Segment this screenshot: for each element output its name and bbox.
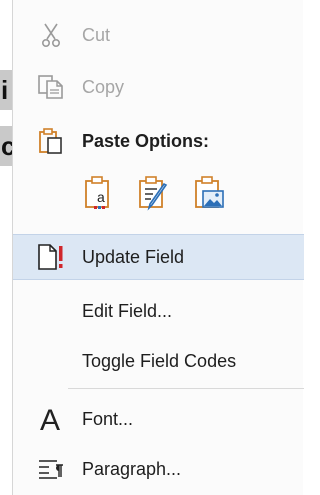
document-text-fragment: i (0, 70, 12, 110)
paste-keep-text-only-button[interactable]: a (82, 172, 116, 218)
menu-item-copy-label: Copy (82, 76, 125, 97)
document-char-bottom: c (1, 131, 12, 161)
menu-item-edit-field-label: Edit Field... (82, 300, 173, 321)
menu-item-toggle-field-codes[interactable]: Toggle Field Codes (13, 338, 304, 384)
svg-text:a: a (97, 189, 105, 205)
paste-options-label: Paste Options: (82, 130, 210, 151)
keep-text-only-icon: a (83, 175, 115, 216)
menu-item-cut[interactable]: Cut (13, 12, 304, 58)
menu-item-update-field-label: Update Field (82, 246, 185, 267)
menu-item-edit-field[interactable]: Edit Field... (13, 288, 304, 334)
scissors-icon (35, 19, 67, 51)
paragraph-icon (35, 453, 67, 485)
paste-picture-button[interactable] (193, 172, 227, 218)
document-char-top: i (1, 75, 9, 105)
paste-merge-formatting-button[interactable] (137, 172, 171, 218)
picture-icon (193, 175, 227, 216)
context-menu: Cut Copy Paste Options: a Update Field E… (12, 0, 304, 495)
font-icon: A (35, 403, 67, 435)
svg-text:A: A (40, 404, 60, 434)
menu-item-update-field[interactable]: Update Field (13, 234, 304, 280)
menu-item-font[interactable]: A Font... (13, 396, 304, 442)
copy-icon (35, 71, 67, 103)
merge-formatting-icon (137, 175, 171, 216)
menu-separator (68, 388, 304, 389)
document-text-fragment-2: c (0, 126, 12, 166)
clipboard-icon (35, 125, 67, 157)
menu-item-paragraph-label: Paragraph... (82, 458, 182, 479)
menu-item-cut-label: Cut (82, 24, 111, 45)
menu-item-copy[interactable]: Copy (13, 64, 304, 110)
menu-item-paste-options: Paste Options: (13, 118, 304, 164)
menu-item-paragraph[interactable]: Paragraph... (13, 446, 304, 492)
menu-item-toggle-field-codes-label: Toggle Field Codes (82, 350, 237, 371)
update-field-icon (35, 241, 67, 273)
menu-item-font-label: Font... (82, 408, 134, 429)
